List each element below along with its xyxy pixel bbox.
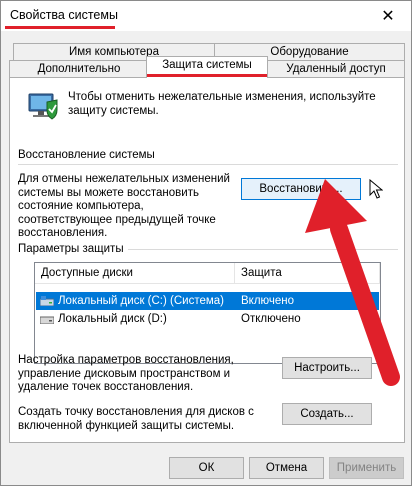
create-button[interactable]: Создать... — [282, 403, 372, 425]
restore-section-title: Восстановление системы — [18, 149, 155, 161]
tab-advanced[interactable]: Дополнительно — [9, 60, 149, 78]
create-description: Создать точку восстановления для дисков … — [18, 406, 254, 432]
ok-button[interactable]: ОК — [169, 457, 244, 479]
system-protection-panel: Чтобы отменить нежелательные изменения, … — [9, 77, 405, 443]
apply-button[interactable]: Применить — [329, 457, 404, 479]
title-highlight-underline — [5, 26, 115, 29]
disk-row-c[interactable]: Локальный диск (C:) (Система) Включено — [36, 292, 379, 310]
protection-section-title: Параметры защиты — [18, 243, 124, 255]
window-title: Свойства системы — [10, 8, 118, 22]
tab-highlight-underline — [147, 74, 267, 77]
restore-description: Для отмены нежелательных изменений систе… — [18, 173, 230, 239]
protected-disks-list[interactable]: Доступные диски Защита Локальный диск (C… — [34, 262, 381, 364]
restore-section-divider — [18, 164, 398, 165]
intro-text: Чтобы отменить нежелательные изменения, … — [68, 91, 376, 117]
protection-section-divider — [128, 249, 398, 250]
configure-button[interactable]: Настроить... — [282, 357, 372, 379]
title-bar[interactable]: Свойства системы ✕ — [1, 1, 411, 31]
disk-row-d[interactable]: Локальный диск (D:) Отключено — [36, 310, 379, 328]
disk-name: Локальный диск (D:) — [58, 313, 167, 325]
drive-icon — [40, 316, 54, 324]
cancel-button[interactable]: Отмена — [249, 457, 324, 479]
system-drive-icon — [40, 296, 54, 306]
system-protection-icon — [28, 93, 58, 120]
mouse-cursor-icon — [369, 179, 383, 199]
close-button[interactable]: ✕ — [365, 1, 411, 31]
disk-protection-state: Включено — [241, 295, 295, 307]
disk-name: Локальный диск (C:) (Система) — [58, 295, 224, 307]
configure-description: Настройка параметров восстановления, упр… — [18, 354, 234, 393]
column-header-disks[interactable]: Доступные диски — [35, 263, 235, 284]
column-header-protection[interactable]: Защита — [235, 263, 380, 284]
tab-remote[interactable]: Удаленный доступ — [267, 60, 405, 78]
system-properties-window: Свойства системы ✕ Имя компьютера Оборуд… — [0, 0, 412, 486]
restore-button[interactable]: Восстановить... — [241, 178, 361, 200]
disk-protection-state: Отключено — [241, 313, 301, 325]
